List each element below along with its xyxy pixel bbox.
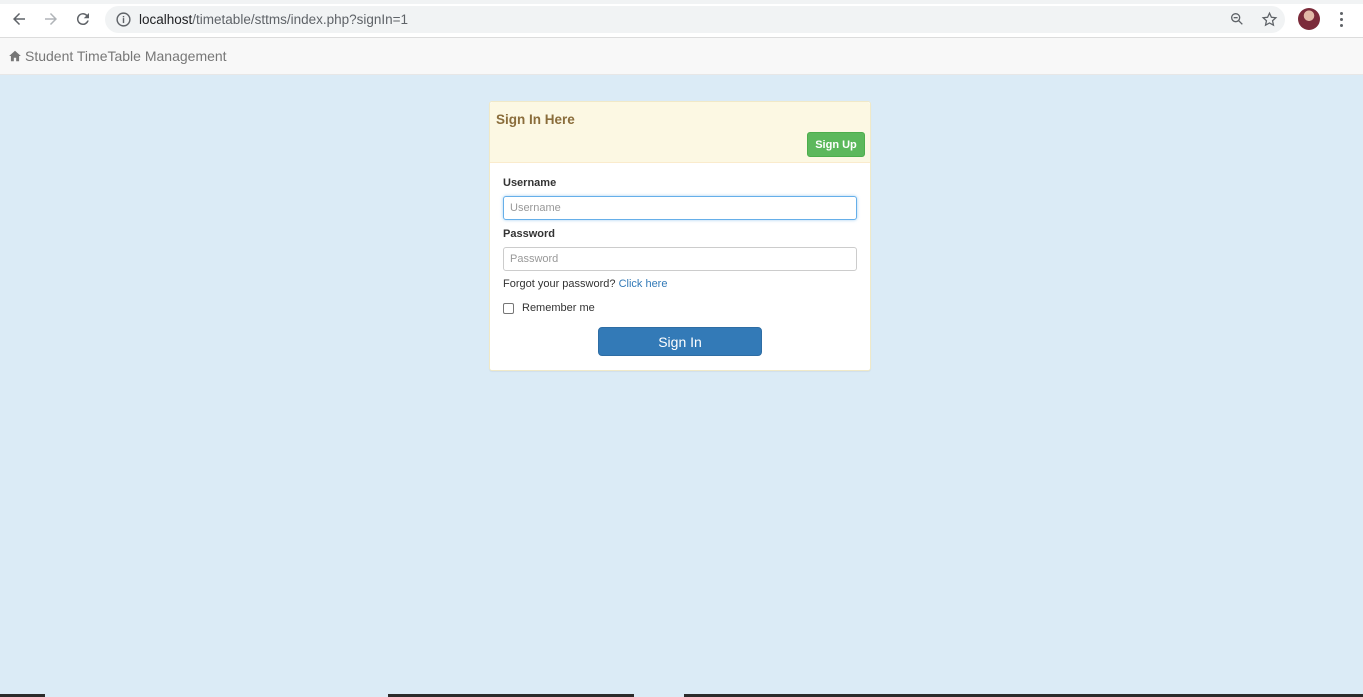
forgot-text: Forgot your password? xyxy=(503,278,616,290)
address-bar[interactable]: localhost/timetable/sttms/index.php?sign… xyxy=(105,6,1285,33)
remember-me-checkbox[interactable] xyxy=(503,303,514,314)
remember-me: Remember me xyxy=(503,301,595,314)
zoom-icon[interactable] xyxy=(1228,10,1246,28)
username-label: Username xyxy=(503,177,557,189)
remember-me-label[interactable]: Remember me xyxy=(522,302,595,314)
signin-button[interactable]: Sign In xyxy=(598,327,762,356)
info-icon[interactable] xyxy=(115,11,132,28)
browser-toolbar: localhost/timetable/sttms/index.php?sign… xyxy=(0,0,1363,38)
brand-label: Student TimeTable Management xyxy=(25,48,227,64)
url-host: localhost xyxy=(139,12,193,27)
forgot-password-link[interactable]: Click here xyxy=(619,278,668,290)
forgot-password: Forgot your password? Click here xyxy=(503,278,667,290)
url-path: /timetable/sttms/index.php?signIn=1 xyxy=(192,12,409,27)
username-input[interactable] xyxy=(503,196,857,220)
site-navbar: Student TimeTable Management xyxy=(0,38,1363,75)
password-input[interactable] xyxy=(503,247,857,271)
back-arrow-icon[interactable] xyxy=(8,8,30,30)
tab-strip xyxy=(0,0,1363,4)
password-label: Password xyxy=(503,228,555,240)
signup-button[interactable]: Sign Up xyxy=(807,132,865,157)
star-icon[interactable] xyxy=(1260,10,1278,28)
signin-panel: Sign In Here Sign Up Username Password F… xyxy=(489,101,871,371)
profile-avatar[interactable] xyxy=(1298,8,1320,30)
panel-title: Sign In Here xyxy=(496,112,575,127)
forward-arrow-icon[interactable] xyxy=(40,8,62,30)
url-text[interactable]: localhost/timetable/sttms/index.php?sign… xyxy=(139,12,408,27)
panel-heading: Sign In Here Sign Up xyxy=(490,102,870,163)
home-icon xyxy=(9,50,21,62)
reload-icon[interactable] xyxy=(72,8,94,30)
kebab-menu-icon[interactable] xyxy=(1333,8,1349,30)
navbar-brand[interactable]: Student TimeTable Management xyxy=(8,48,227,64)
